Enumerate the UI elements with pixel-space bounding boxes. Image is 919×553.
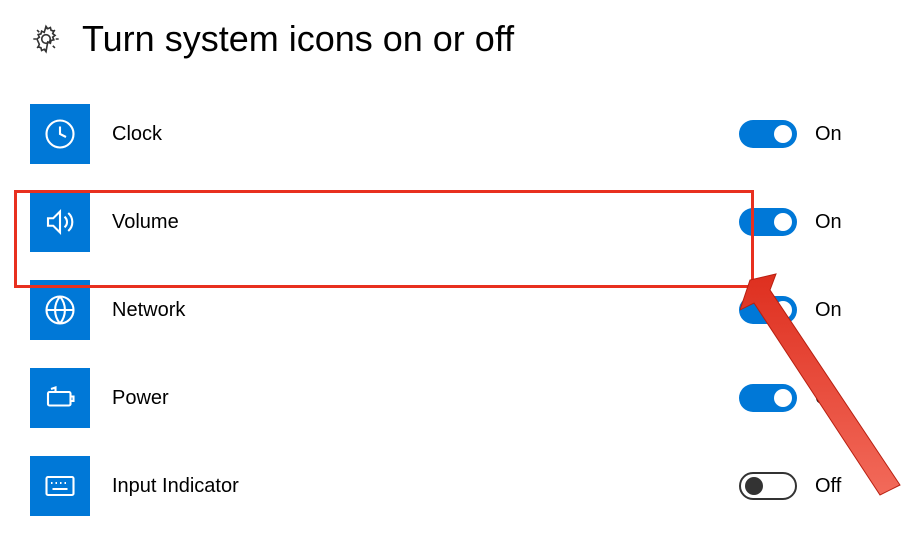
row-volume: Volume On (0, 178, 919, 266)
toggle-wrap-input-indicator: Off (739, 472, 879, 500)
row-label-network: Network (112, 299, 739, 322)
gear-icon (30, 23, 62, 55)
row-label-power: Power (112, 387, 739, 410)
toggle-clock[interactable] (739, 120, 797, 148)
toggle-input-indicator[interactable] (739, 472, 797, 500)
toggle-state-volume: On (815, 211, 842, 234)
row-label-clock: Clock (112, 123, 739, 146)
power-icon (30, 368, 90, 428)
page-title: Turn system icons on or off (82, 18, 514, 60)
toggle-wrap-power: On (739, 384, 879, 412)
keyboard-icon (30, 456, 90, 516)
toggle-wrap-volume: On (739, 208, 879, 236)
toggle-network[interactable] (739, 296, 797, 324)
toggle-wrap-clock: On (739, 120, 879, 148)
row-power: Power On (0, 354, 919, 442)
system-icons-list: Clock On Volume On (0, 80, 919, 530)
toggle-state-network: On (815, 299, 842, 322)
toggle-state-power: On (815, 387, 842, 410)
row-clock: Clock On (0, 90, 919, 178)
row-label-input-indicator: Input Indicator (112, 475, 739, 498)
toggle-power[interactable] (739, 384, 797, 412)
network-icon (30, 280, 90, 340)
row-label-volume: Volume (112, 211, 739, 234)
row-input-indicator: Input Indicator Off (0, 442, 919, 530)
clock-icon (30, 104, 90, 164)
row-network: Network On (0, 266, 919, 354)
toggle-state-clock: On (815, 123, 842, 146)
volume-icon (30, 192, 90, 252)
toggle-state-input-indicator: Off (815, 475, 841, 498)
toggle-wrap-network: On (739, 296, 879, 324)
page-header: Turn system icons on or off (0, 0, 919, 80)
toggle-volume[interactable] (739, 208, 797, 236)
